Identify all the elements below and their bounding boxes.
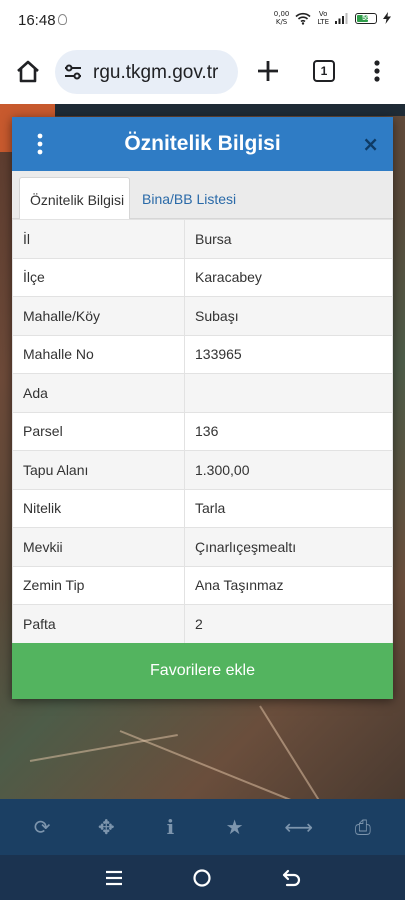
back-icon[interactable]	[279, 866, 303, 890]
table-row: Mahalle/Köy Subaşı	[12, 296, 393, 336]
status-icons: 0,00 K/S Vo LTE 55	[274, 10, 391, 26]
status-bar: 16:48 0,00 K/S Vo LTE 55	[0, 0, 405, 40]
measure-icon[interactable]: ⟷	[284, 812, 314, 842]
dialog-tabs: Öznitelik Bilgisi Bina/BB Listesi	[12, 171, 393, 220]
map-toolbar: ⟳ ✥ i ★ ⟷ ⎙	[0, 799, 405, 855]
attribute-name: İlçe	[12, 257, 185, 297]
table-row: İlçe Karacabey	[12, 257, 393, 297]
attribute-value: 1.300,00	[184, 450, 393, 490]
attribute-value: 136	[184, 411, 393, 451]
home-circle-icon[interactable]	[190, 866, 214, 890]
attribute-value: 133965	[184, 334, 393, 374]
attribute-name: Pafta	[12, 604, 185, 644]
home-icon[interactable]	[14, 58, 42, 86]
attribute-name: İl	[12, 219, 185, 259]
charging-icon	[383, 12, 391, 24]
attribute-value: Bursa	[184, 219, 393, 259]
site-settings-icon[interactable]	[63, 62, 83, 82]
tab-count: 1	[320, 64, 328, 78]
battery-icon: 55	[355, 12, 377, 24]
attribute-value	[184, 373, 393, 413]
star-icon[interactable]: ★	[220, 812, 250, 842]
volte-bottom: LTE	[317, 18, 329, 26]
browser-toolbar: rgu.tkgm.gov.tr 1	[0, 40, 405, 104]
plus-icon[interactable]	[254, 57, 282, 85]
table-row: Mevkii Çınarlıçeşmealtı	[12, 527, 393, 567]
recents-icon[interactable]	[102, 866, 126, 890]
attribute-info-dialog: Öznitelik Bilgisi × Öznitelik Bilgisi Bi…	[12, 117, 393, 699]
attribute-name: Mahalle/Köy	[12, 296, 185, 336]
attribute-name: Parsel	[12, 411, 185, 451]
locate-icon[interactable]: ✥	[91, 812, 121, 842]
table-row: İl Bursa	[12, 219, 393, 259]
system-nav-bar	[0, 855, 405, 900]
attribute-name: Mahalle No	[12, 334, 185, 374]
url-text[interactable]: rgu.tkgm.gov.tr	[93, 62, 218, 84]
map-area-dark	[55, 104, 405, 116]
table-row: Ada	[12, 373, 393, 413]
volte-top: Vo	[318, 10, 328, 18]
info-icon[interactable]: i	[155, 812, 185, 842]
attribute-name: Mevkii	[12, 527, 185, 567]
tabs-icon[interactable]: 1	[313, 60, 335, 82]
table-row: Tapu Alanı 1.300,00	[12, 450, 393, 490]
more-vert-icon[interactable]	[367, 57, 387, 85]
tab-building-list[interactable]: Bina/BB Listesi	[132, 177, 246, 220]
attribute-value: Karacabey	[184, 257, 393, 297]
dialog-title: Öznitelik Bilgisi	[124, 132, 281, 155]
dialog-header: Öznitelik Bilgisi ×	[12, 117, 393, 171]
net-speed-value: 0,00	[273, 10, 290, 18]
wifi-icon	[295, 12, 311, 25]
attribute-value: Tarla	[184, 488, 393, 528]
signal-icon	[335, 13, 348, 24]
attribute-name: Zemin Tip	[12, 565, 185, 605]
add-favorite-button[interactable]: Favorilere ekle	[12, 643, 393, 699]
net-speed: 0,00 K/S	[274, 10, 290, 26]
status-time: 16:48	[18, 12, 56, 29]
table-row: Parsel 136	[12, 411, 393, 451]
attribute-value: Subaşı	[184, 296, 393, 336]
table-row: Zemin Tip Ana Taşınmaz	[12, 565, 393, 605]
attribute-value: 2	[184, 604, 393, 644]
volte-indicator: Vo LTE	[317, 10, 329, 26]
attribute-value: Çınarlıçeşmealtı	[184, 527, 393, 567]
tab-attribute-info[interactable]: Öznitelik Bilgisi	[19, 177, 130, 220]
net-speed-unit: K/S	[275, 18, 288, 26]
refresh-icon[interactable]: ⟳	[27, 812, 57, 842]
attribute-name: Nitelik	[12, 488, 185, 528]
table-row: Pafta 2	[12, 604, 393, 644]
print-icon[interactable]: ⎙	[348, 812, 378, 842]
attribute-name: Tapu Alanı	[12, 450, 185, 490]
attribute-name: Ada	[12, 373, 185, 413]
close-icon[interactable]: ×	[362, 132, 379, 156]
battery-level: 55	[362, 14, 370, 22]
attribute-value: Ana Taşınmaz	[184, 565, 393, 605]
location-icon	[58, 14, 67, 25]
table-row: Nitelik Tarla	[12, 488, 393, 528]
table-row: Mahalle No 133965	[12, 334, 393, 374]
attribute-table: İl Bursa İlçe Karacabey Mahalle/Köy Subaşı Mah…	[12, 219, 393, 644]
address-bar[interactable]: rgu.tkgm.gov.tr	[55, 50, 238, 94]
